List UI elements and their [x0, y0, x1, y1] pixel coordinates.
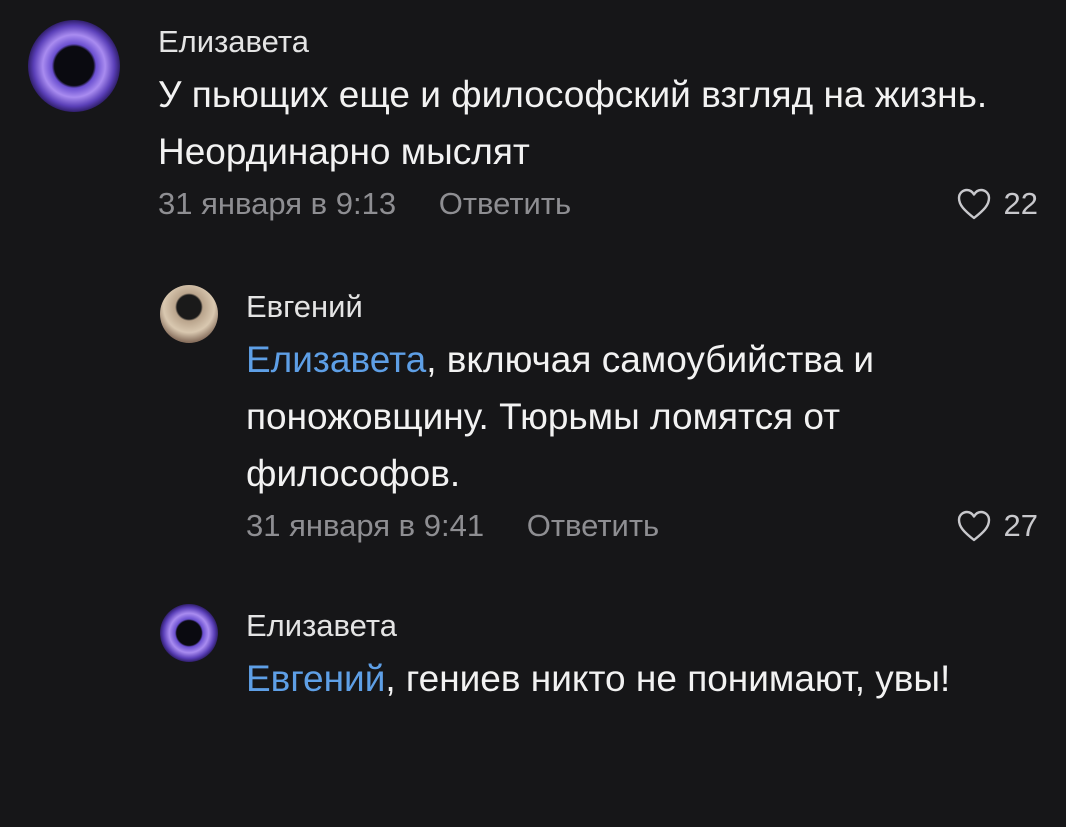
comment-date: 31 января в 9:41 [246, 508, 485, 543]
like-count: 22 [1003, 186, 1038, 221]
avatar[interactable] [160, 604, 218, 662]
avatar[interactable] [160, 285, 218, 343]
reply-button[interactable]: Ответить [527, 504, 660, 548]
comment-text: У пьющих еще и философский взгляд на жиз… [158, 66, 1038, 180]
comment-author[interactable]: Елизавета [246, 604, 1038, 648]
comment-body: Елизавета Евгений, гениев никто не поним… [246, 604, 1038, 707]
comment-author[interactable]: Евгений [246, 285, 1038, 329]
comment-body: Елизавета У пьющих еще и философский взг… [158, 20, 1038, 226]
comment-text: Евгений, гениев никто не понимают, увы! [246, 650, 1038, 707]
like-button[interactable]: 27 [956, 504, 1038, 548]
heart-outline-icon [957, 510, 990, 542]
comment-text-content: У пьющих еще и философский взгляд на жиз… [158, 74, 988, 172]
comment-meta: 31 января в 9:41 Ответить 27 [246, 504, 1038, 548]
mention-link[interactable]: Елизавета [246, 339, 426, 380]
comment-text-content: , гениев никто не понимают, увы! [385, 658, 951, 699]
like-button[interactable]: 22 [956, 182, 1038, 226]
comment-author[interactable]: Елизавета [158, 20, 1038, 64]
comment-meta: 31 января в 9:13 Ответить 22 [158, 182, 1038, 226]
avatar[interactable] [28, 20, 120, 112]
comment-date: 31 января в 9:13 [158, 186, 397, 221]
comment-body: Евгений Елизавета, включая самоубийства … [246, 285, 1038, 548]
like-count: 27 [1003, 508, 1038, 543]
heart-outline-icon [957, 188, 990, 220]
reply-button[interactable]: Ответить [439, 182, 572, 226]
mention-link[interactable]: Евгений [246, 658, 385, 699]
comment-text: Елизавета, включая самоубийства и поножо… [246, 331, 1038, 502]
